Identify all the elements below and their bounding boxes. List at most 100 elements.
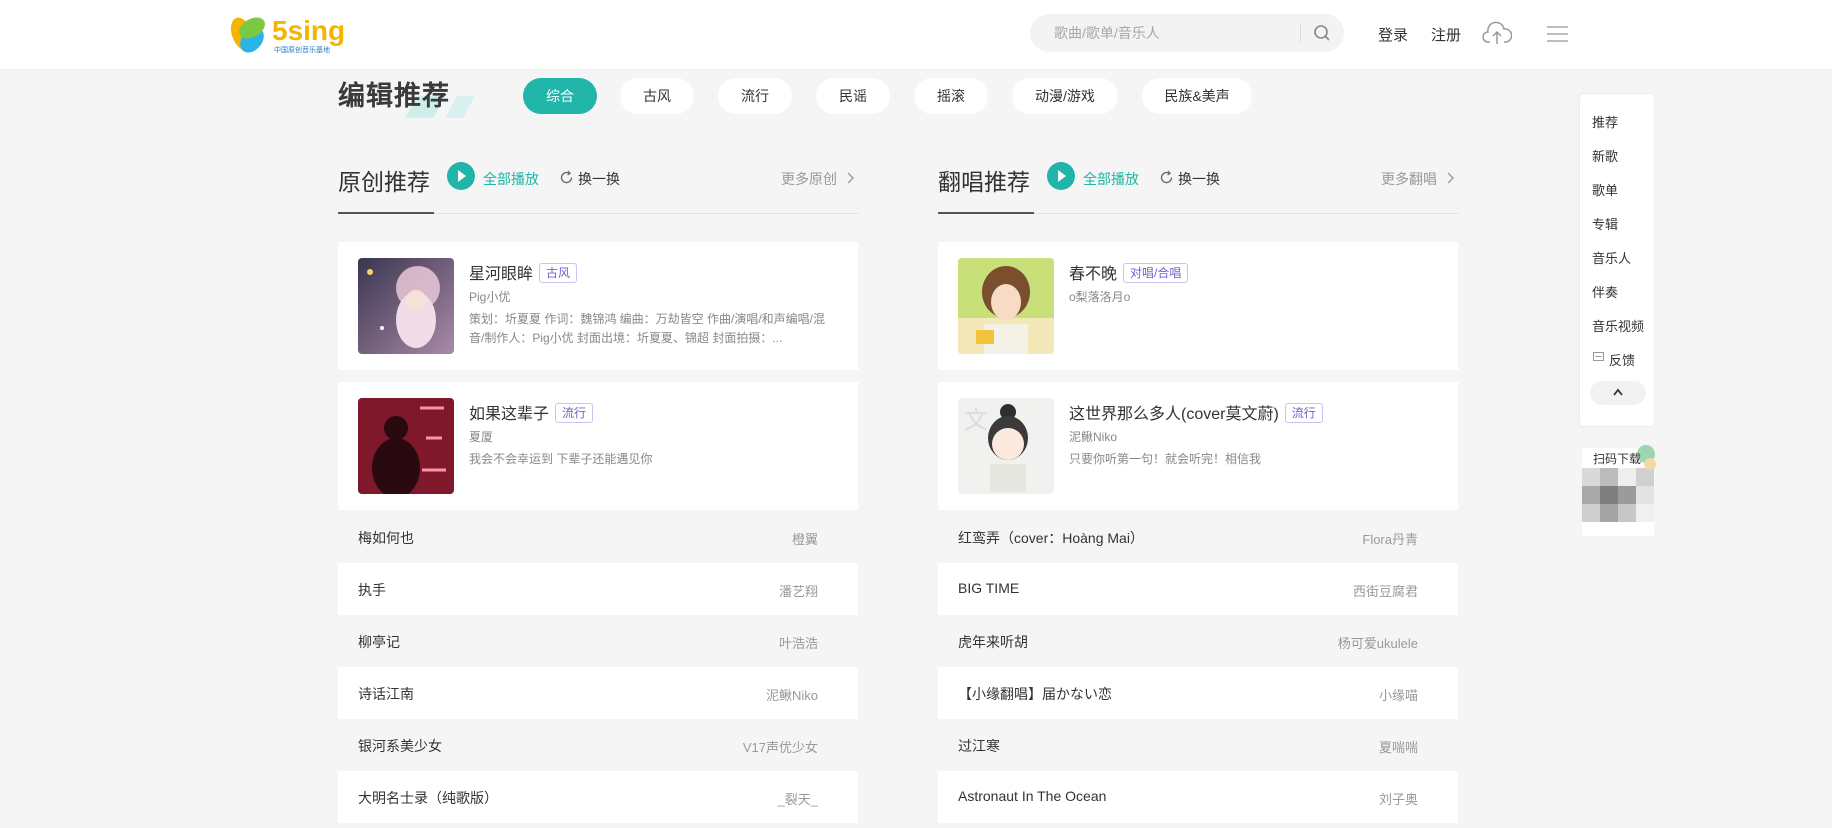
song-author[interactable]: Pig小优	[469, 288, 510, 305]
play-all-icon[interactable]	[1047, 162, 1075, 190]
song-cover-image[interactable]	[358, 258, 454, 354]
category-tab-ethnic-bel-canto[interactable]: 民族&美声	[1142, 78, 1252, 114]
search-input[interactable]	[1054, 23, 1284, 43]
song-author[interactable]: o梨落洛月o	[1069, 288, 1130, 305]
refresh-icon[interactable]	[1159, 170, 1174, 185]
song-artist[interactable]: 刘子奥	[1379, 789, 1418, 808]
song-artist[interactable]: 泥鳅Niko	[766, 685, 818, 704]
song-artist[interactable]: 杨可爱ukulele	[1338, 633, 1418, 652]
more-cover-link[interactable]: 更多翻唱	[1381, 169, 1437, 189]
song-title-row: 星河眼眸 古风	[469, 260, 578, 284]
song-list-row[interactable]: 执手 潘艺翔	[338, 563, 858, 615]
song-artist[interactable]: 夏喘喘	[1379, 737, 1418, 756]
sidenav-item-accompaniment[interactable]: 伴奏	[1592, 282, 1618, 301]
song-title[interactable]: 春不晚	[1069, 266, 1117, 283]
refresh-icon[interactable]	[559, 170, 574, 185]
song-author[interactable]: 夏厦	[469, 428, 493, 445]
menu-icon[interactable]	[1544, 20, 1574, 48]
sidenav-item-albums[interactable]: 专辑	[1592, 214, 1618, 233]
song-artist[interactable]: _裂天_	[778, 789, 818, 808]
song-artist[interactable]: 西街豆腐君	[1353, 581, 1418, 600]
category-tab-rock[interactable]: 摇滚	[914, 78, 988, 114]
song-list-row[interactable]: 银河系美少女 V17声优少女	[338, 719, 858, 771]
song-cover-image[interactable]	[358, 398, 454, 494]
genre-tag[interactable]: 流行	[1284, 403, 1323, 423]
featured-song-card[interactable]: 文 这世界那么多人(cover莫文蔚) 流行 泥鳅Niko 只要你听第一句！就会听…	[938, 382, 1458, 510]
song-artist[interactable]: V17声优少女	[743, 737, 818, 756]
original-refresh-button[interactable]: 换一换	[578, 169, 620, 189]
cover-refresh-button[interactable]: 换一换	[1178, 169, 1220, 189]
song-name[interactable]: BIG TIME	[958, 580, 1019, 596]
original-play-all-button[interactable]: 全部播放	[483, 169, 539, 189]
song-list-row[interactable]: 大明名士录（纯歌版） _裂天_	[338, 771, 858, 823]
song-name[interactable]: 红鸾弄（cover：Hoàng Mai）	[958, 528, 1144, 548]
featured-song-card[interactable]: 如果这辈子 流行 夏厦 我会不会幸运到 下辈子还能遇见你	[338, 382, 858, 510]
song-name[interactable]: 诗话江南	[358, 684, 414, 704]
song-name[interactable]: 【小缘翻唱】届かない恋	[958, 684, 1112, 704]
sidenav-item-playlists[interactable]: 歌单	[1592, 180, 1618, 199]
song-title-row: 春不晚 对唱/合唱	[1069, 260, 1189, 284]
song-cover-image[interactable]: 文	[958, 398, 1054, 494]
upload-cloud-icon[interactable]	[1482, 20, 1512, 48]
song-name[interactable]: Astronaut In The Ocean	[958, 788, 1106, 804]
cover-play-all-button[interactable]: 全部播放	[1083, 169, 1139, 189]
song-title[interactable]: 这世界那么多人(cover莫文蔚)	[1069, 406, 1279, 423]
chevron-up-icon	[1613, 388, 1623, 396]
genre-tag[interactable]: 对唱/合唱	[1123, 263, 1189, 283]
editor-picks-title: 编辑推荐	[338, 81, 450, 111]
song-title[interactable]: 如果这辈子	[469, 406, 549, 423]
song-list-row[interactable]: 柳亭记 叶浩浩	[338, 615, 858, 667]
login-link[interactable]: 登录	[1378, 24, 1408, 45]
song-name[interactable]: 虎年来听胡	[958, 632, 1028, 652]
more-original-link[interactable]: 更多原创	[781, 169, 837, 189]
sidenav-item-feedback[interactable]: 反馈	[1609, 350, 1635, 369]
category-tab-pop[interactable]: 流行	[718, 78, 792, 114]
sidenav-item-music-video[interactable]: 音乐视频	[1592, 316, 1644, 335]
song-list-row[interactable]: 【小缘翻唱】届かない恋 小缘喵	[938, 667, 1458, 719]
song-name[interactable]: 大明名士录（纯歌版）	[358, 788, 498, 808]
genre-tag[interactable]: 古风	[539, 263, 578, 283]
song-list-row[interactable]: 诗话江南 泥鳅Niko	[338, 667, 858, 719]
sidenav-item-recommend[interactable]: 推荐	[1592, 112, 1618, 131]
category-tab-gufeng[interactable]: 古风	[620, 78, 694, 114]
category-tab-all[interactable]: 综合	[523, 78, 597, 114]
song-name[interactable]: 执手	[358, 580, 386, 600]
sidenav-item-musicians[interactable]: 音乐人	[1592, 248, 1631, 267]
song-name[interactable]: 梅如何也	[358, 528, 414, 548]
category-tab-anime-game[interactable]: 动漫/游戏	[1012, 78, 1118, 114]
featured-song-card[interactable]: 星河眼眸 古风 Pig小优 策划：圻夏夏 作词：魏锦鸿 编曲：万劫皆空 作曲/演唱…	[338, 242, 858, 370]
song-artist[interactable]: Flora丹青	[1362, 529, 1418, 548]
song-list-row[interactable]: 过江寒 夏喘喘	[938, 719, 1458, 771]
register-link[interactable]: 注册	[1431, 24, 1461, 45]
song-description: 我会不会幸运到 下辈子还能遇见你	[469, 452, 653, 466]
search-icon[interactable]	[1312, 23, 1332, 43]
sidenav-item-new-songs[interactable]: 新歌	[1592, 146, 1618, 165]
song-author[interactable]: 泥鳅Niko	[1069, 428, 1117, 445]
back-to-top-button[interactable]	[1590, 381, 1646, 405]
song-list-row[interactable]: 梅如何也 橙翼	[338, 511, 858, 563]
genre-tag[interactable]: 流行	[555, 403, 594, 423]
song-list-row[interactable]: 红鸾弄（cover：Hoàng Mai） Flora丹青	[938, 511, 1458, 563]
song-name[interactable]: 柳亭记	[358, 632, 400, 652]
chevron-right-icon	[1447, 172, 1454, 184]
song-list-row[interactable]: 虎年来听胡 杨可爱ukulele	[938, 615, 1458, 667]
song-list-row[interactable]: BIG TIME 西街豆腐君	[938, 563, 1458, 615]
feedback-icon	[1593, 352, 1604, 361]
song-name[interactable]: 过江寒	[958, 736, 1000, 756]
chevron-right-icon	[847, 172, 854, 184]
featured-song-card[interactable]: 春不晚 对唱/合唱 o梨落洛月o	[938, 242, 1458, 370]
song-artist[interactable]: 小缘喵	[1379, 685, 1418, 704]
song-name[interactable]: 银河系美少女	[358, 736, 442, 756]
song-artist[interactable]: 潘艺翔	[779, 581, 818, 600]
song-list-row[interactable]: Astronaut In The Ocean 刘子奥	[938, 771, 1458, 823]
5sing-logo[interactable]: 5sing 中国原创音乐基地	[228, 10, 352, 56]
song-description: 策划：圻夏夏 作词：魏锦鸿 编曲：万劫皆空 作曲/演唱/和声编唱/混音/制作人：…	[469, 312, 826, 345]
song-artist[interactable]: 橙翼	[792, 529, 818, 548]
song-artist[interactable]: 叶浩浩	[779, 633, 818, 652]
play-all-icon[interactable]	[447, 162, 475, 190]
song-title[interactable]: 星河眼眸	[469, 266, 533, 283]
logo-wordmark: 5sing	[272, 15, 345, 46]
song-cover-image[interactable]	[958, 258, 1054, 354]
side-navigation: 推荐 新歌 歌单 专辑 音乐人 伴奏 音乐视频 反馈	[1579, 93, 1655, 427]
category-tab-folk[interactable]: 民谣	[816, 78, 890, 114]
